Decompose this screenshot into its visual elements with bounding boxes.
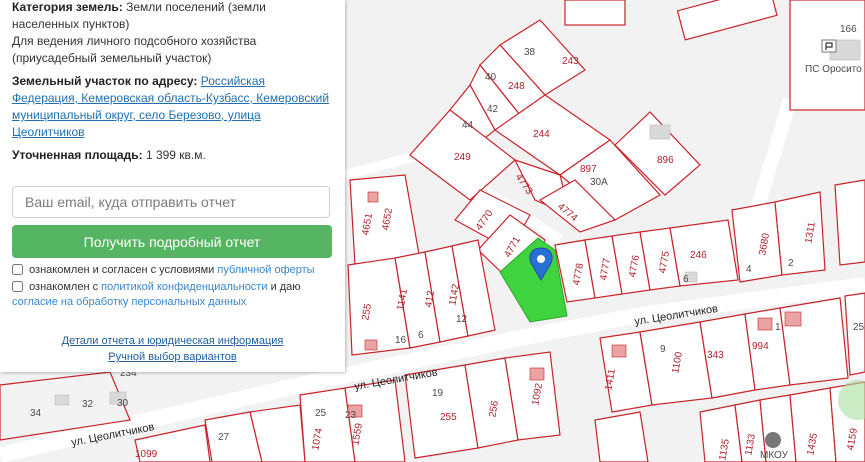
map-building (529, 367, 545, 381)
map-plot[interactable] (344, 379, 406, 462)
map-building (649, 124, 671, 140)
map-building (611, 344, 627, 358)
plot-label: 6 (418, 330, 424, 341)
plot-label: 897 (580, 164, 597, 175)
plot-label: 343 (707, 350, 724, 361)
plot-label: 32 (82, 399, 94, 410)
plot-label: 896 (657, 155, 674, 166)
plot-label: 16 (395, 335, 407, 346)
offer-link[interactable]: публичной оферты (217, 264, 314, 276)
plot-label: 30А (590, 177, 608, 188)
plot-label: 6 (683, 274, 689, 285)
offer-consent-checkbox[interactable] (12, 264, 23, 275)
plot-label: 9 (660, 344, 666, 355)
privacy-consent-text: ознакомлен с (29, 281, 99, 293)
offer-consent: ознакомлен и согласен с условиями публич… (12, 263, 315, 278)
plot-label: 244 (533, 129, 550, 140)
map-plot[interactable] (774, 191, 826, 276)
plot-label: 30 (117, 398, 129, 409)
plot-label: 1099 (135, 449, 158, 460)
privacy-consent: ознакомлен с политикой конфиденциальност… (12, 280, 332, 310)
data-processing-link[interactable]: согласие на обработку персональных данны… (12, 296, 246, 308)
land-category: Категория земель: Земли поселений (земли… (0, 0, 345, 33)
manual-selection-link[interactable]: Ручной выбор вариантов (108, 351, 236, 363)
plot-label: 44 (462, 120, 474, 131)
map-building (757, 317, 773, 331)
privacy-consent-checkbox[interactable] (12, 281, 23, 292)
plot-label: 248 (508, 81, 525, 92)
school-icon (765, 432, 781, 448)
map-plot[interactable] (564, 0, 626, 26)
poi-label: МКОУ (760, 450, 789, 461)
get-report-button[interactable]: Получить подробный отчет (12, 225, 332, 258)
poi-label: ПС Оросито (805, 64, 862, 75)
report-panel: Категория земель: Земли поселений (земли… (0, 0, 345, 372)
plot-label: 23 (345, 410, 357, 421)
plot-label: 42 (487, 104, 499, 115)
land-usage: Для ведения личного подсобного хозяйства… (12, 34, 257, 65)
plot-label: 1 (775, 322, 781, 333)
map-building (367, 191, 379, 203)
plot-label: 19 (432, 388, 444, 399)
plot-label: 166 (840, 24, 857, 35)
details-row: Детали отчета и юридическая информация (0, 333, 345, 350)
offer-consent-text: ознакомлен и согласен с условиями (29, 264, 215, 276)
plot-label: 994 (752, 341, 769, 352)
plot-label: 34 (30, 408, 42, 419)
privacy-policy-link[interactable]: политикой конфиденциальности (101, 281, 267, 293)
plot-label: 27 (218, 432, 230, 443)
plot-label: 4 (746, 264, 752, 275)
plot-label: 25 (853, 322, 865, 333)
map-plot[interactable] (834, 179, 865, 266)
plot-label: 40 (485, 72, 497, 83)
map-building (54, 394, 70, 406)
map-building (364, 339, 378, 351)
plot-label: 12 (456, 314, 468, 325)
plot-label: 38 (524, 47, 536, 58)
area-value: 1 399 кв.м. (145, 148, 206, 162)
manual-row: Ручной выбор вариантов (0, 349, 345, 366)
details-link[interactable]: Детали отчета и юридическая информация (62, 335, 284, 347)
plot-label: 249 (454, 152, 471, 163)
plot-label: 25 (315, 408, 327, 419)
plot-label: 2 (788, 258, 794, 269)
privacy-consent-mid: и даю (270, 281, 301, 293)
plot-label: 255 (440, 412, 457, 423)
plot-label: 243 (562, 56, 579, 67)
plot-label: 246 (690, 250, 707, 261)
category-label: Категория земель: (12, 0, 123, 14)
email-input[interactable] (12, 186, 330, 218)
address-label: Земельный участок по адресу: (12, 74, 198, 88)
area-block: Уточненная площадь: 1 399 кв.м. (0, 147, 345, 164)
map-building (784, 311, 802, 327)
map-plot[interactable] (594, 411, 649, 462)
area-label: Уточненная площадь: (12, 148, 143, 162)
address-block: Земельный участок по адресу: Российская … (0, 73, 345, 141)
map-plot[interactable] (731, 201, 783, 283)
map-plot[interactable] (779, 297, 849, 386)
